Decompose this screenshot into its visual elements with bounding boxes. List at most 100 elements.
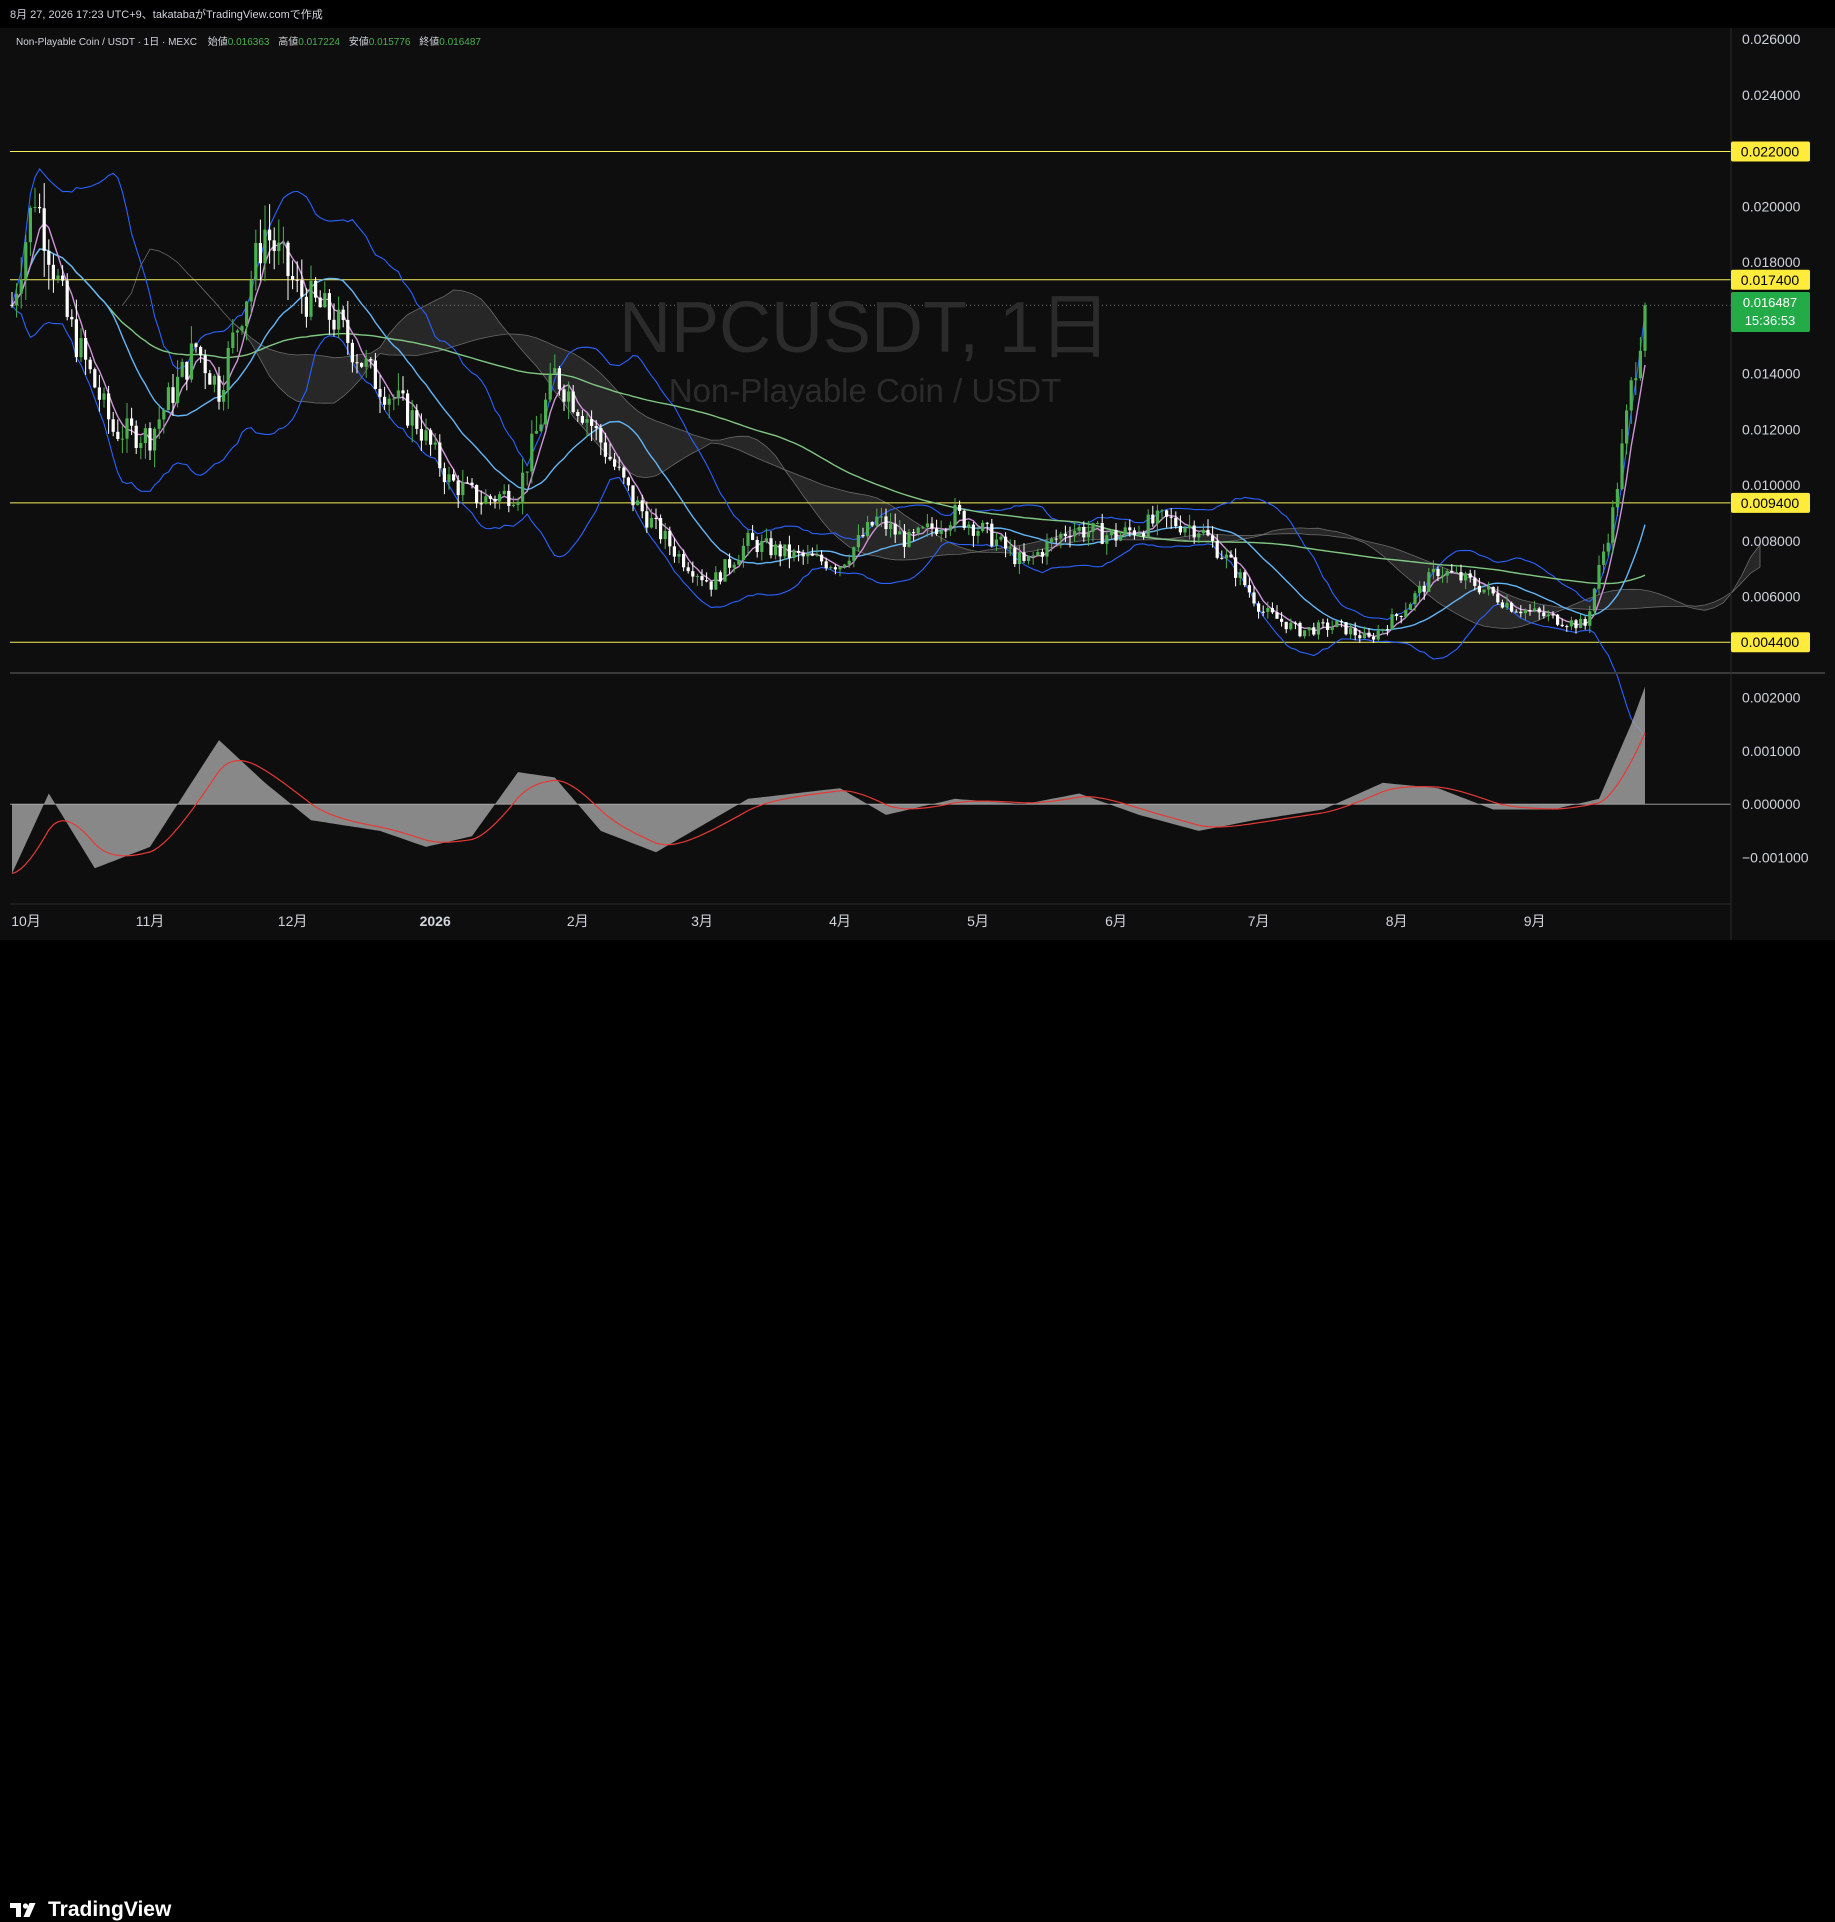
- candle[interactable]: [378, 388, 382, 397]
- candle[interactable]: [415, 410, 419, 429]
- candle[interactable]: [613, 459, 617, 467]
- candle[interactable]: [1643, 305, 1647, 351]
- candle[interactable]: [1367, 632, 1371, 637]
- candle[interactable]: [364, 358, 368, 367]
- candle[interactable]: [921, 527, 925, 529]
- candle[interactable]: [907, 532, 911, 547]
- candle[interactable]: [111, 419, 115, 432]
- candle[interactable]: [594, 425, 598, 428]
- candle[interactable]: [1013, 547, 1017, 565]
- candle[interactable]: [1611, 507, 1615, 543]
- candle[interactable]: [1565, 626, 1569, 628]
- candle[interactable]: [1422, 585, 1426, 592]
- candle[interactable]: [732, 564, 736, 568]
- candle[interactable]: [162, 410, 166, 420]
- candle[interactable]: [935, 528, 939, 534]
- candle[interactable]: [1321, 622, 1325, 624]
- candle[interactable]: [760, 540, 764, 552]
- candle[interactable]: [1031, 555, 1035, 557]
- candle[interactable]: [461, 482, 465, 496]
- candle[interactable]: [967, 524, 971, 528]
- candle[interactable]: [728, 559, 732, 568]
- candle[interactable]: [189, 343, 193, 380]
- candle[interactable]: [88, 359, 92, 370]
- candle[interactable]: [820, 554, 824, 562]
- candle[interactable]: [1588, 611, 1592, 626]
- candle[interactable]: [622, 467, 626, 478]
- candle[interactable]: [61, 275, 65, 281]
- candle[interactable]: [470, 482, 474, 486]
- candle[interactable]: [1123, 527, 1127, 535]
- candle[interactable]: [1243, 572, 1247, 586]
- candle[interactable]: [1330, 627, 1334, 630]
- candle[interactable]: [456, 480, 460, 496]
- candle[interactable]: [1178, 525, 1182, 533]
- candle[interactable]: [709, 581, 713, 590]
- candle[interactable]: [1418, 585, 1422, 594]
- candle[interactable]: [93, 369, 97, 388]
- candle[interactable]: [787, 544, 791, 558]
- candle[interactable]: [1560, 624, 1564, 627]
- candle[interactable]: [994, 539, 998, 547]
- candle[interactable]: [829, 567, 833, 569]
- candle[interactable]: [764, 538, 768, 541]
- candle[interactable]: [176, 376, 180, 403]
- candle[interactable]: [1215, 540, 1219, 558]
- candle[interactable]: [139, 442, 143, 449]
- candle[interactable]: [51, 264, 55, 280]
- candle[interactable]: [1224, 554, 1228, 559]
- candle[interactable]: [603, 442, 607, 457]
- candle[interactable]: [1634, 378, 1638, 381]
- candle[interactable]: [640, 500, 644, 512]
- candle[interactable]: [668, 530, 672, 547]
- candle[interactable]: [1073, 530, 1077, 537]
- candle[interactable]: [875, 516, 879, 526]
- candle[interactable]: [1146, 514, 1150, 537]
- candle[interactable]: [1335, 621, 1339, 628]
- candle[interactable]: [240, 326, 244, 331]
- candle[interactable]: [649, 517, 653, 528]
- candle[interactable]: [268, 229, 272, 241]
- candle[interactable]: [962, 510, 966, 528]
- candle[interactable]: [902, 531, 906, 547]
- candle[interactable]: [1615, 489, 1619, 508]
- candle[interactable]: [419, 428, 423, 441]
- candle[interactable]: [866, 522, 870, 537]
- candle[interactable]: [567, 391, 571, 402]
- candle[interactable]: [815, 554, 819, 556]
- candle[interactable]: [254, 242, 258, 280]
- candle[interactable]: [746, 532, 750, 546]
- candle[interactable]: [659, 517, 663, 540]
- candle[interactable]: [1431, 568, 1435, 573]
- candle[interactable]: [1510, 602, 1514, 612]
- candle[interactable]: [291, 276, 295, 280]
- candle[interactable]: [1289, 622, 1293, 630]
- candle[interactable]: [24, 242, 28, 280]
- candle[interactable]: [38, 206, 42, 209]
- candle[interactable]: [406, 393, 410, 426]
- candle[interactable]: [1183, 528, 1187, 533]
- candle[interactable]: [479, 503, 483, 505]
- candle[interactable]: [116, 431, 120, 439]
- tradingview-brand[interactable]: TradingView: [10, 1898, 171, 1922]
- candle[interactable]: [1063, 533, 1067, 536]
- candle[interactable]: [65, 280, 69, 317]
- candle[interactable]: [1528, 609, 1532, 611]
- candle[interactable]: [1266, 608, 1270, 612]
- candle[interactable]: [130, 418, 134, 426]
- candle[interactable]: [778, 544, 782, 557]
- candle[interactable]: [392, 398, 396, 400]
- candle[interactable]: [1487, 586, 1491, 590]
- candle[interactable]: [1339, 621, 1343, 623]
- candle[interactable]: [534, 431, 538, 434]
- candle[interactable]: [332, 319, 336, 330]
- candle[interactable]: [1022, 552, 1026, 561]
- candle[interactable]: [889, 523, 893, 530]
- candle[interactable]: [304, 296, 308, 317]
- candle[interactable]: [1298, 622, 1302, 637]
- candle[interactable]: [1491, 586, 1495, 594]
- candle[interactable]: [217, 375, 221, 402]
- candle[interactable]: [97, 387, 101, 400]
- candle[interactable]: [1542, 612, 1546, 617]
- candle[interactable]: [401, 390, 405, 394]
